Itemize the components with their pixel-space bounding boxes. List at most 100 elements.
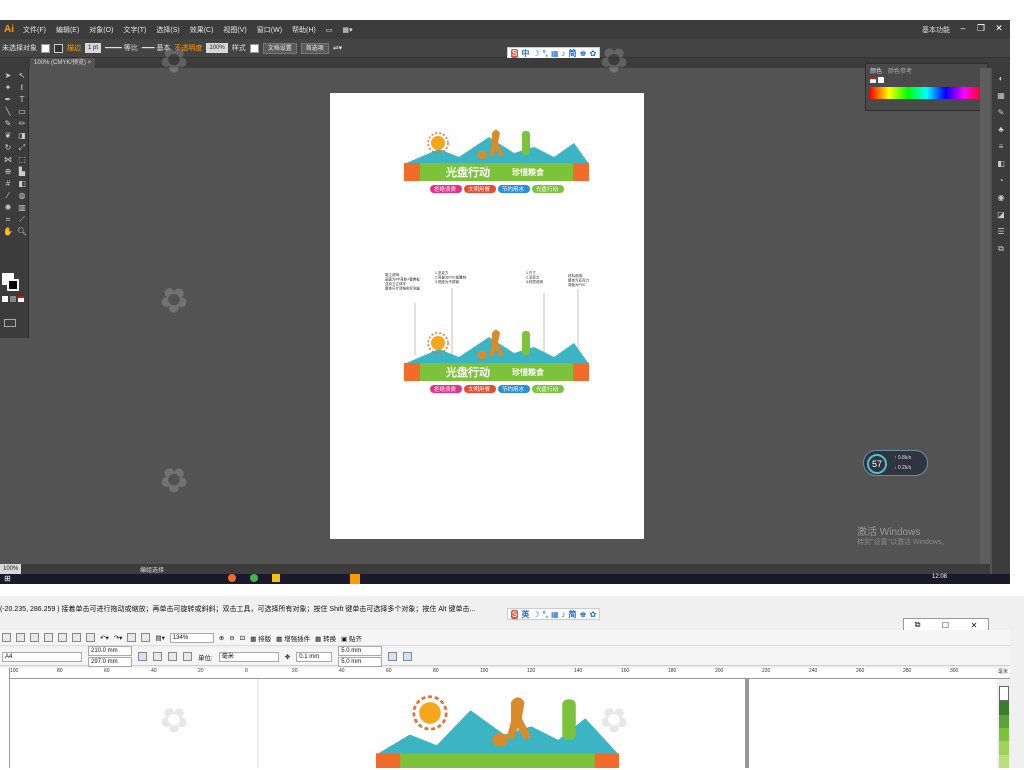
unit-dropdown[interactable]: 毫米: [218, 651, 279, 662]
palette-swatch[interactable]: [999, 754, 1009, 768]
ime-keyboard-icon[interactable]: ▦: [551, 610, 559, 619]
lasso-icon[interactable]: ℓ: [16, 83, 28, 93]
edit-page-icon[interactable]: [388, 652, 398, 661]
plugin-layout[interactable]: ▦ 排版: [250, 633, 271, 643]
ime-toolbar-secondary[interactable]: S 英 ☽ °, ▦ ♪ 简 ♚ ✿: [507, 608, 601, 620]
appearance-icon[interactable]: ◉: [998, 193, 1005, 202]
horizontal-ruler[interactable]: 100 80 60 40 20 0 20 40 60 80 100 120 140 160 180 200 22…: [10, 668, 1010, 679]
export-icon[interactable]: [141, 633, 151, 642]
white-color-icon[interactable]: [878, 77, 884, 83]
arrange-icon[interactable]: ⇌▾: [333, 44, 342, 52]
stroke-color-icon[interactable]: [7, 279, 19, 291]
brushes-icon[interactable]: ✎: [998, 108, 1005, 117]
stroke-label[interactable]: 描边: [67, 43, 81, 53]
zoom-icon[interactable]: 🔍︎: [16, 227, 28, 237]
plugin-enhance[interactable]: ▦ 增强插件: [276, 633, 310, 643]
menu-effect[interactable]: 效果(C): [185, 25, 219, 35]
menu-edit[interactable]: 编辑(E): [51, 25, 84, 35]
maximize-button[interactable]: ❐: [974, 22, 988, 34]
fill-swatch[interactable]: [41, 43, 50, 53]
opacity-field[interactable]: 100%: [206, 43, 228, 53]
taskbar-folder-icon[interactable]: [272, 574, 280, 582]
stroke-swatch[interactable]: [54, 43, 63, 53]
nudge-distance-field[interactable]: 0.1 mm: [296, 651, 333, 662]
type-tool-icon[interactable]: T: [16, 95, 28, 105]
ime-moon-icon[interactable]: ☽: [532, 49, 539, 58]
ime-language-toggle[interactable]: 中: [521, 48, 529, 59]
arrange-documents-icon[interactable]: ▦▾: [337, 26, 357, 34]
document-tab[interactable]: 100% (CMYK/预览) ×: [30, 58, 96, 68]
line-tool-icon[interactable]: ╲: [2, 107, 14, 117]
stroke-icon[interactable]: ≡: [999, 142, 1004, 151]
ime-language-toggle[interactable]: 英: [521, 609, 529, 620]
drawing-canvas[interactable]: [10, 679, 997, 770]
zoom-field[interactable]: 100%: [0, 564, 22, 574]
stroke-profile-dropdown[interactable]: ━━━━ 等比: [105, 43, 138, 53]
style-swatch[interactable]: [249, 43, 259, 53]
paste-icon[interactable]: [86, 633, 95, 642]
palette-swatch[interactable]: [999, 727, 1009, 742]
color-panel-icon[interactable]: ◐: [999, 74, 1004, 83]
palette-swatch[interactable]: [999, 714, 1009, 728]
color-spectrum[interactable]: [870, 87, 983, 99]
mesh-icon[interactable]: #: [2, 179, 14, 189]
undo-icon[interactable]: ↶▾: [100, 634, 109, 642]
direct-selection-tool-icon[interactable]: ↖: [16, 71, 28, 81]
print-icon[interactable]: [44, 633, 53, 642]
zoom-in-icon[interactable]: ⊕: [219, 634, 224, 642]
taskbar-app-icon[interactable]: [228, 574, 236, 582]
hand-icon[interactable]: ✋: [2, 227, 14, 237]
shape-builder-icon[interactable]: ⊕: [2, 167, 14, 177]
transparency-icon[interactable]: ◔: [999, 176, 1004, 185]
artboard-icon[interactable]: ⌗: [2, 215, 14, 225]
menu-file[interactable]: 文件(F): [18, 25, 51, 35]
open-icon[interactable]: [16, 633, 25, 642]
minimize-button[interactable]: –: [956, 22, 970, 34]
page-height-field[interactable]: 297.0 mm: [88, 657, 132, 667]
ime-simplified-toggle[interactable]: 简: [569, 609, 577, 620]
current-page-icon[interactable]: [183, 652, 192, 661]
cut-icon[interactable]: [58, 633, 67, 642]
rotate-icon[interactable]: ↻: [2, 143, 14, 153]
artboard[interactable]: 光盘行动 珍惜粮食 拒绝浪费 文明用餐 节约用水 光盘行动 施工说明：画面为PP…: [330, 93, 644, 539]
redo-icon[interactable]: ↷▾: [114, 634, 123, 642]
menu-object[interactable]: 对象(O): [84, 25, 118, 35]
preferences-button[interactable]: 首选项: [300, 42, 329, 54]
gradient-icon[interactable]: ◧: [16, 179, 28, 189]
close-button[interactable]: ✕: [971, 621, 978, 630]
menu-help[interactable]: 帮助(H): [287, 25, 321, 35]
vertical-ruler[interactable]: [0, 668, 10, 768]
page-frame-icon[interactable]: [403, 652, 413, 661]
landscape-icon[interactable]: [153, 652, 162, 661]
free-transform-icon[interactable]: ⬚: [16, 155, 28, 165]
menu-view[interactable]: 视图(V): [218, 25, 251, 35]
none-color-icon[interactable]: [870, 77, 876, 83]
ime-settings-icon[interactable]: ✿: [590, 610, 597, 619]
menu-window[interactable]: 窗口(W): [252, 25, 287, 35]
vertical-scrollbar[interactable]: [980, 68, 990, 568]
gradient-panel-icon[interactable]: ◧: [997, 159, 1005, 168]
save-icon[interactable]: [30, 633, 39, 642]
restore-icon[interactable]: ⧉: [915, 620, 921, 630]
blend-icon[interactable]: ◍: [16, 191, 28, 201]
ime-punctuation-icon[interactable]: °,: [543, 49, 548, 58]
blob-brush-icon[interactable]: ❦: [2, 131, 14, 141]
color-mode-icons[interactable]: [2, 296, 26, 303]
pencil-icon[interactable]: ✏: [16, 119, 28, 129]
eraser-icon[interactable]: ◨: [16, 131, 28, 141]
graphic-styles-icon[interactable]: ◪: [997, 210, 1005, 219]
ime-simplified-toggle[interactable]: 简: [569, 48, 577, 59]
selection-tool-icon[interactable]: ➤: [2, 71, 14, 81]
color-palette[interactable]: [999, 686, 1009, 768]
paintbrush-icon[interactable]: ✎: [2, 119, 14, 129]
close-button[interactable]: ✕: [992, 22, 1006, 34]
taskbar-app-icon[interactable]: [250, 574, 258, 582]
palette-swatch[interactable]: [999, 741, 1009, 755]
zoom-out-icon[interactable]: ⊖: [229, 634, 234, 642]
scale-icon[interactable]: ⤢: [16, 143, 28, 153]
copy-icon[interactable]: [72, 633, 81, 642]
ime-mic-icon[interactable]: ♪: [562, 49, 566, 58]
magic-wand-icon[interactable]: ✦: [2, 83, 14, 93]
ime-punctuation-icon[interactable]: °,: [543, 610, 548, 619]
palette-swatch[interactable]: [999, 701, 1009, 715]
